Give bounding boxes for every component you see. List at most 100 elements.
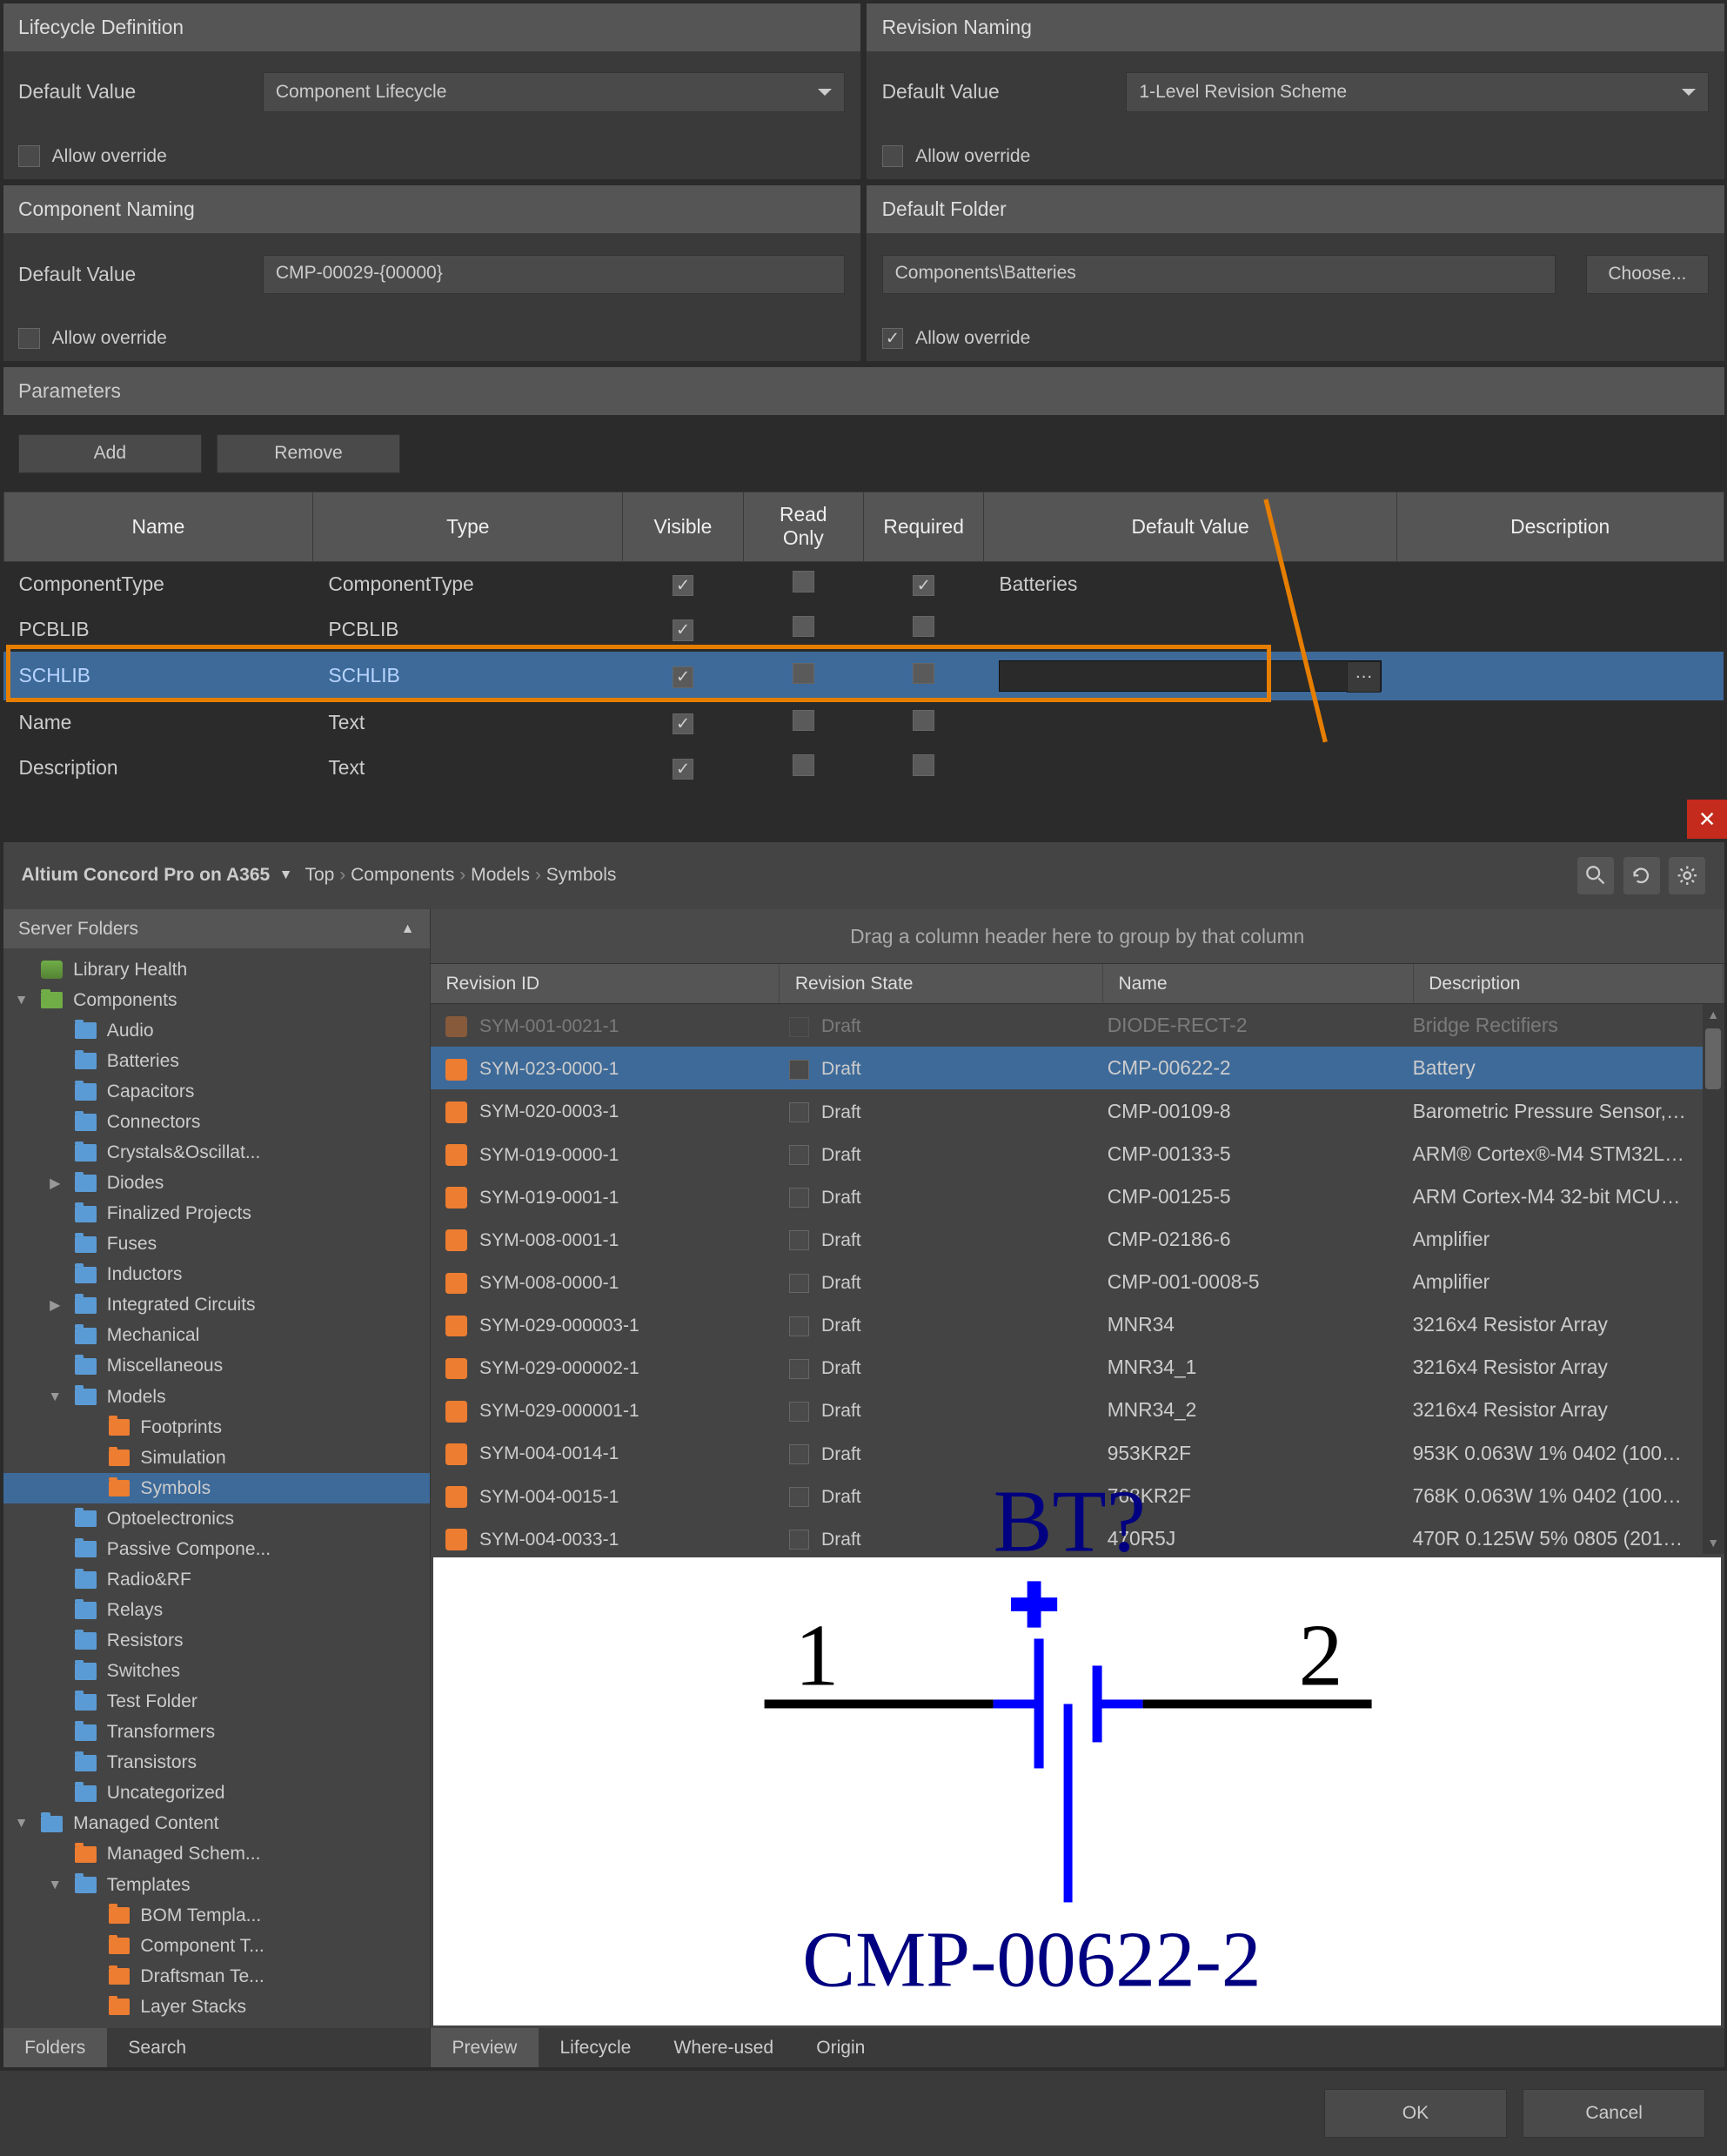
checkbox[interactable] — [789, 1188, 809, 1208]
checkbox[interactable] — [673, 713, 694, 735]
tree-item[interactable]: Transformers — [3, 1717, 430, 1748]
source-dropdown[interactable]: Altium Concord Pro on A365 ▼ — [22, 865, 293, 886]
allow-override-checkbox[interactable] — [18, 328, 40, 350]
browse-button[interactable]: … — [1347, 661, 1381, 692]
checkbox[interactable] — [913, 575, 934, 597]
checkbox[interactable] — [793, 571, 814, 593]
expand-icon[interactable] — [46, 1540, 64, 1558]
expand-icon[interactable] — [79, 1418, 97, 1436]
column-header[interactable]: Type — [313, 492, 623, 562]
expand-icon[interactable] — [46, 1082, 64, 1101]
column-header[interactable]: Read Only — [743, 492, 863, 562]
expand-icon[interactable] — [46, 1570, 64, 1589]
expand-icon[interactable] — [46, 1510, 64, 1528]
tree-item[interactable]: Passive Compone... — [3, 1534, 430, 1564]
refresh-icon[interactable] — [1623, 857, 1660, 894]
tree-item[interactable]: Crystals&Oscillat... — [3, 1138, 430, 1168]
checkbox[interactable] — [789, 1145, 809, 1165]
tree-item[interactable]: Radio&RF — [3, 1564, 430, 1595]
expand-icon[interactable] — [46, 1693, 64, 1711]
tree-item[interactable]: Connectors — [3, 1107, 430, 1137]
ok-button[interactable]: OK — [1324, 2089, 1508, 2138]
expand-icon[interactable] — [46, 1113, 64, 1131]
tree-item[interactable]: ▼Components — [3, 985, 430, 1015]
scroll-down-icon[interactable]: ▼ — [1705, 1536, 1721, 1551]
search-icon[interactable] — [1577, 857, 1614, 894]
tree-item[interactable]: ▼Templates — [3, 1870, 430, 1900]
add-button[interactable]: Add — [18, 434, 202, 474]
checkbox[interactable] — [789, 1316, 809, 1336]
grid-row[interactable]: SYM-029-000002-1DraftMNR34_13216x4 Resis… — [431, 1346, 1703, 1389]
preview-tab[interactable]: Preview — [431, 2028, 539, 2067]
checkbox[interactable] — [913, 754, 934, 776]
component-naming-input[interactable]: CMP-00029-{00000} — [263, 255, 846, 295]
column-header[interactable]: Default Value — [984, 492, 1396, 562]
grid-row[interactable]: SYM-019-0001-1DraftCMP-00125-5ARM Cortex… — [431, 1175, 1703, 1218]
expand-icon[interactable] — [79, 1479, 97, 1497]
sidebar-tab[interactable]: Folders — [3, 2028, 107, 2067]
checkbox[interactable] — [793, 754, 814, 776]
breadcrumb-item[interactable]: Models — [471, 865, 530, 885]
cancel-button[interactable]: Cancel — [1523, 2089, 1706, 2138]
tree-item[interactable]: Transistors — [3, 1748, 430, 1778]
breadcrumb-item[interactable]: Top — [305, 865, 334, 885]
expand-icon[interactable]: ▶ — [46, 1296, 64, 1315]
tree-item[interactable]: Mechanical — [3, 1321, 430, 1351]
param-row[interactable]: ComponentTypeComponentTypeBatteries — [3, 561, 1724, 606]
checkbox[interactable] — [789, 1444, 809, 1464]
param-row[interactable]: NameText — [3, 700, 1724, 746]
grid-row[interactable]: SYM-029-000003-1DraftMNR343216x4 Resisto… — [431, 1303, 1703, 1346]
tree-item[interactable]: Managed Schem... — [3, 1839, 430, 1870]
column-header[interactable]: Visible — [623, 492, 743, 562]
tree-item[interactable]: Resistors — [3, 1626, 430, 1657]
tree-item[interactable]: Component T... — [3, 1931, 430, 1961]
grid-row[interactable]: SYM-001-0021-1DraftDIODE-RECT-2Bridge Re… — [431, 1004, 1703, 1047]
expand-icon[interactable] — [46, 1327, 64, 1345]
allow-override-checkbox[interactable] — [882, 145, 904, 167]
tree-item[interactable]: Switches — [3, 1657, 430, 1687]
allow-override-checkbox[interactable] — [882, 328, 904, 350]
expand-icon[interactable]: ▼ — [46, 1388, 64, 1406]
expand-icon[interactable] — [46, 1357, 64, 1376]
grid-column-header[interactable]: Revision ID — [431, 964, 780, 1003]
column-header[interactable]: Name — [3, 492, 313, 562]
checkbox[interactable] — [673, 575, 694, 597]
expand-icon[interactable]: ▼ — [12, 991, 30, 1009]
tree-item[interactable]: Relays — [3, 1595, 430, 1625]
tree-item[interactable]: Footprints — [3, 1412, 430, 1443]
column-header[interactable]: Required — [863, 492, 983, 562]
tree-item[interactable]: Test Folder — [3, 1687, 430, 1717]
breadcrumb-item[interactable]: Symbols — [546, 865, 617, 885]
expand-icon[interactable] — [46, 1754, 64, 1772]
checkbox[interactable] — [793, 616, 814, 638]
grid-row[interactable]: SYM-023-0000-1DraftCMP-00622-2Battery — [431, 1047, 1703, 1089]
tree-item[interactable]: Layer Stacks — [3, 1992, 430, 2022]
gear-icon[interactable] — [1669, 857, 1705, 894]
tree-item[interactable]: Simulation — [3, 1443, 430, 1473]
param-row[interactable]: DescriptionText — [3, 746, 1724, 791]
expand-icon[interactable] — [46, 1845, 64, 1864]
tree-item[interactable]: ▼Managed Content — [3, 1809, 430, 1839]
expand-icon[interactable] — [46, 1205, 64, 1223]
scrollbar-thumb[interactable] — [1705, 1028, 1721, 1089]
grid-row[interactable]: SYM-008-0001-1DraftCMP-02186-6Amplifier — [431, 1218, 1703, 1261]
remove-button[interactable]: Remove — [217, 434, 400, 474]
chevron-up-icon[interactable]: ▲ — [401, 921, 415, 937]
scroll-up-icon[interactable]: ▲ — [1705, 1008, 1721, 1023]
lifecycle-dropdown[interactable]: Component Lifecycle — [263, 72, 846, 112]
expand-icon[interactable] — [46, 1266, 64, 1284]
tree-item[interactable]: ▶Integrated Circuits — [3, 1290, 430, 1321]
expand-icon[interactable] — [46, 1052, 64, 1070]
expand-icon[interactable] — [46, 1663, 64, 1681]
checkbox[interactable] — [793, 710, 814, 732]
grid-row[interactable]: SYM-008-0000-1DraftCMP-001-0008-5Amplifi… — [431, 1261, 1703, 1303]
grid-row[interactable]: SYM-004-0014-1Draft953KR2F953K 0.063W 1%… — [431, 1431, 1703, 1474]
tree-item[interactable]: Symbols — [3, 1473, 430, 1503]
choose-button[interactable]: Choose... — [1586, 255, 1709, 295]
tree-item[interactable]: Capacitors — [3, 1076, 430, 1107]
tree-item[interactable]: BOM Templa... — [3, 1900, 430, 1931]
expand-icon[interactable] — [46, 1724, 64, 1742]
tree-item[interactable]: Audio — [3, 1015, 430, 1046]
expand-icon[interactable] — [12, 961, 30, 979]
tree-item[interactable]: Inductors — [3, 1260, 430, 1290]
